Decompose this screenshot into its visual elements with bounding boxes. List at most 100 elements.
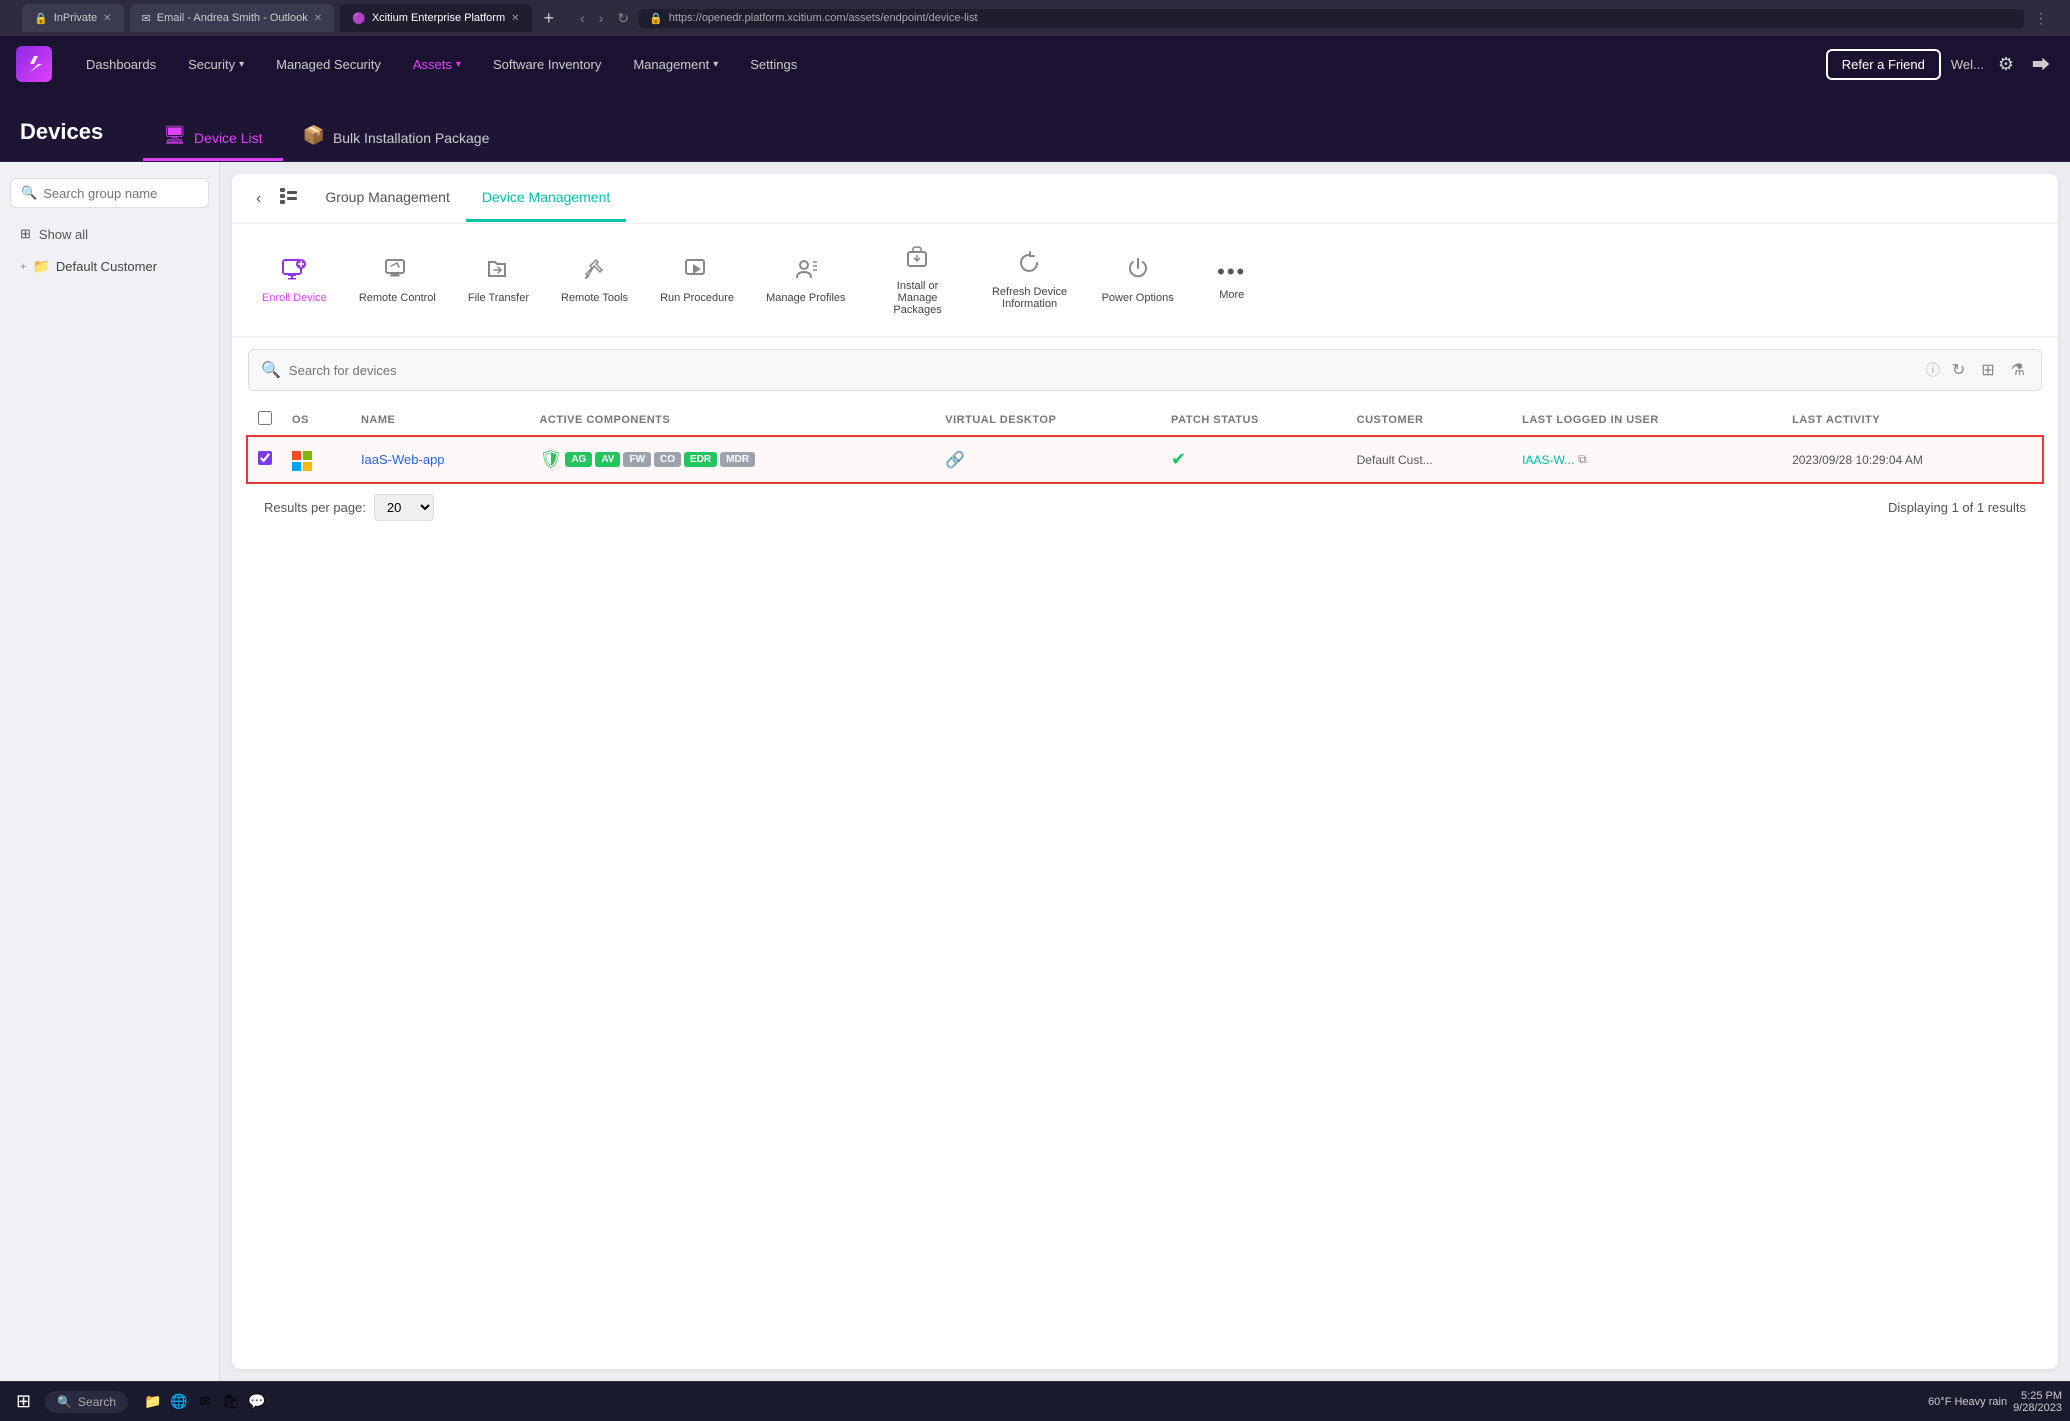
browser-tab-email[interactable]: ✉ Email - Andrea Smith - Outlook ✕ — [130, 4, 335, 32]
remote-tools-label: Remote Tools — [561, 292, 628, 304]
power-options-button[interactable]: Power Options — [1088, 248, 1188, 312]
last-activity-text: 2023/09/28 10:29:04 AM — [1792, 453, 1923, 467]
tab-bulk-installation[interactable]: 📦 Bulk Installation Package — [283, 92, 510, 161]
taskbar-app-teams[interactable]: 💬 — [246, 1391, 268, 1413]
show-all-button[interactable]: ⊞ Show all — [10, 218, 209, 250]
browser-tab-xcitium[interactable]: 🟣 Xcitium Enterprise Platform ✕ — [340, 4, 531, 32]
select-all-checkbox[interactable] — [258, 411, 272, 425]
nav-item-dashboards[interactable]: Dashboards — [72, 49, 170, 80]
taskbar-clock: 5:25 PM 9/28/2023 — [2013, 1390, 2062, 1414]
more-button[interactable]: ••• More — [1192, 251, 1272, 309]
install-packages-label: Install or Manage Packages — [878, 280, 958, 316]
cell-active-components: 🛡 AG AV FW CO EDR MDR — [529, 437, 935, 482]
patch-status-ok-icon: ✔ — [1171, 449, 1186, 469]
app-logo[interactable] — [16, 46, 52, 82]
new-tab-button[interactable]: + — [538, 8, 561, 29]
row-checkbox[interactable] — [258, 451, 272, 465]
device-panel: ‹ Group Management Device Management — [232, 174, 2058, 1369]
nav-item-security[interactable]: Security ▾ — [174, 49, 258, 80]
search-group-input[interactable] — [43, 186, 198, 201]
cell-name[interactable]: IaaS-Web-app — [351, 437, 530, 482]
remote-tools-button[interactable]: Remote Tools — [547, 248, 642, 312]
filter-button[interactable]: ⚗ — [2007, 358, 2029, 382]
page-header: Devices 🖥 Device List 📦 Bulk Installatio… — [0, 92, 2070, 162]
nav-item-managed-security[interactable]: Managed Security — [262, 49, 395, 80]
forward-button[interactable]: › — [595, 8, 608, 28]
start-button[interactable]: ⊞ — [8, 1387, 39, 1416]
security-caret-icon: ▾ — [239, 59, 244, 70]
taskbar-app-folder[interactable]: 📁 — [142, 1391, 164, 1413]
manage-profiles-icon — [793, 256, 819, 288]
column-settings-button[interactable]: ⊞ — [1977, 358, 1998, 382]
cell-last-activity: 2023/09/28 10:29:04 AM — [1782, 437, 2042, 482]
col-header-virtual-desktop: VIRTUAL DESKTOP — [935, 403, 1161, 437]
nav-item-settings[interactable]: Settings — [736, 49, 811, 80]
file-transfer-icon — [485, 256, 511, 288]
nav-item-software-inventory[interactable]: Software Inventory — [479, 49, 615, 80]
welcome-text: Wel... — [1951, 57, 1984, 72]
refresh-device-info-button[interactable]: Refresh Device Information — [976, 242, 1084, 318]
taskbar-search[interactable]: 🔍 Search — [45, 1391, 128, 1413]
per-page-label: Results per page: — [264, 500, 366, 515]
nav-item-assets[interactable]: Assets ▾ — [399, 49, 475, 80]
taskbar-app-edge[interactable]: 🌐 — [168, 1391, 190, 1413]
gear-icon[interactable]: ⚙ — [1994, 50, 2018, 79]
taskbar-search-label: Search — [78, 1395, 116, 1409]
cell-last-logged-user[interactable]: IAAS-W... ⧉ — [1512, 437, 1782, 482]
shield-active-icon: 🛡 — [539, 449, 562, 470]
search-devices-input[interactable] — [289, 363, 1918, 378]
manage-profiles-button[interactable]: Manage Profiles — [752, 248, 860, 312]
col-header-patch-status: PATCH STATUS — [1161, 403, 1347, 437]
taskbar-app-mail[interactable]: ✉ — [194, 1391, 216, 1413]
remote-control-button[interactable]: Remote Control — [345, 248, 450, 312]
nav-right: Refer a Friend Wel... ⚙ ⮕ — [1826, 47, 2054, 81]
sidebar-item-default-customer[interactable]: + 📁 Default Customer — [10, 250, 209, 283]
tab-device-list[interactable]: 🖥 Device List — [143, 92, 282, 161]
search-devices-icon: 🔍 — [261, 360, 281, 380]
last-logged-user-link[interactable]: IAAS-W... ⧉ — [1522, 452, 1772, 467]
enroll-device-button[interactable]: Enroll Device — [248, 248, 341, 312]
device-list-tab-icon: 🖥 — [163, 125, 186, 146]
copy-icon[interactable]: ⧉ — [1578, 452, 1587, 467]
refer-friend-button[interactable]: Refer a Friend — [1826, 49, 1941, 80]
group-search-box[interactable]: 🔍 — [10, 178, 209, 208]
sub-tab-device-management[interactable]: Device Management — [466, 175, 626, 222]
address-bar[interactable]: 🔒 https://openedr.platform.xcitium.com/a… — [639, 9, 2024, 28]
more-label: More — [1219, 289, 1244, 301]
badge-av: AV — [595, 452, 620, 467]
reload-button[interactable]: ↻ — [613, 8, 633, 29]
nav-items: Dashboards Security ▾ Managed Security A… — [72, 49, 1826, 80]
install-packages-icon — [905, 244, 931, 276]
per-page-select[interactable]: 10 20 50 100 — [374, 494, 434, 521]
back-button[interactable]: ‹ — [576, 8, 589, 28]
table-row[interactable]: IaaS-Web-app 🛡 AG AV FW CO EDR MDR — [248, 437, 2042, 482]
run-procedure-icon — [684, 256, 710, 288]
device-table: OS NAME ACTIVE COMPONENTS VIRTUAL DESKTO… — [248, 403, 2042, 482]
refresh-device-info-label: Refresh Device Information — [990, 286, 1070, 310]
collapse-button[interactable]: ‹ — [248, 178, 269, 220]
col-header-last-logged-user: LAST LOGGED IN USER — [1512, 403, 1782, 437]
col-header-customer: CUSTOMER — [1347, 403, 1513, 437]
cell-patch-status: ✔ — [1161, 437, 1347, 482]
info-icon: ⓘ — [1926, 360, 1940, 380]
run-procedure-label: Run Procedure — [660, 292, 734, 304]
browser-settings-button[interactable]: ⋮ — [2030, 8, 2052, 29]
device-list-tab-label: Device List — [194, 130, 262, 146]
install-manage-packages-button[interactable]: Install or Manage Packages — [864, 236, 972, 324]
sub-tab-group-management[interactable]: Group Management — [309, 175, 466, 222]
power-icon — [1125, 256, 1151, 288]
browser-chrome: 🔒 InPrivate ✕ ✉ Email - Andrea Smith - O… — [0, 0, 2070, 36]
virtual-desktop-icon: 🔗 — [945, 452, 965, 469]
browser-tab-inprivate[interactable]: 🔒 InPrivate ✕ — [22, 4, 124, 32]
search-devices-box[interactable]: 🔍 ⓘ ↻ ⊞ ⚗ — [248, 349, 2042, 391]
col-header-active-components: ACTIVE COMPONENTS — [529, 403, 935, 437]
nav-item-management[interactable]: Management ▾ — [619, 49, 732, 80]
run-procedure-button[interactable]: Run Procedure — [646, 248, 748, 312]
col-header-last-activity: LAST ACTIVITY — [1782, 403, 2042, 437]
refresh-icon — [1017, 250, 1043, 282]
logout-icon[interactable]: ⮕ — [2028, 47, 2054, 81]
device-name-link[interactable]: IaaS-Web-app — [361, 452, 445, 467]
refresh-table-button[interactable]: ↻ — [1948, 358, 1969, 382]
file-transfer-button[interactable]: File Transfer — [454, 248, 543, 312]
taskbar-app-store[interactable]: 🛍 — [220, 1391, 242, 1413]
